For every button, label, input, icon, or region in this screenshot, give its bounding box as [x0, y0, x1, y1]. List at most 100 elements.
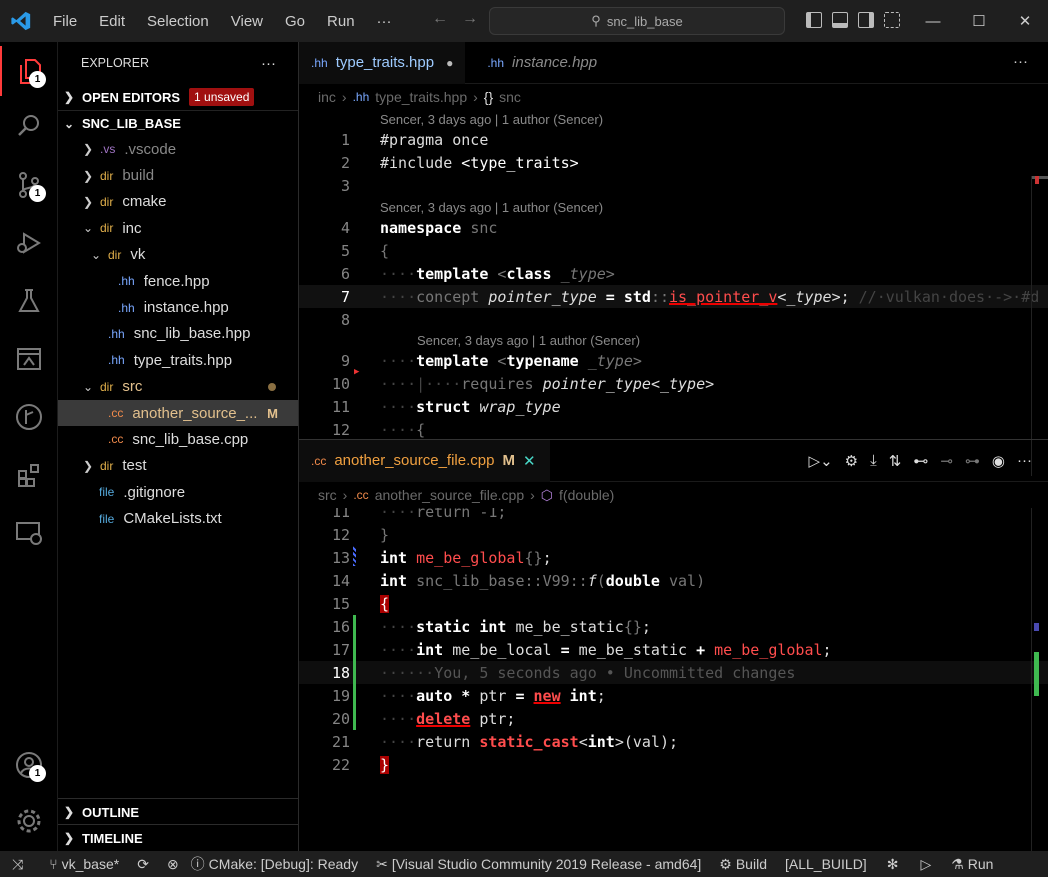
- testing-activity[interactable]: [0, 276, 58, 326]
- run-debug-dropdown-icon[interactable]: ▷⌄: [809, 452, 833, 470]
- breadcrumb-folder[interactable]: inc: [318, 89, 336, 105]
- tab-type-traits[interactable]: .hh type_traits.hpp ●: [299, 41, 466, 84]
- launch-play-icon[interactable]: ▷: [920, 856, 931, 873]
- breadcrumb-folder[interactable]: src: [318, 487, 337, 503]
- download-icon[interactable]: ⤓: [870, 452, 877, 470]
- branch-status[interactable]: ⑂ vk_base*: [49, 856, 119, 872]
- codelens-blame[interactable]: Sencer, 3 days ago | 1 author (Sencer): [380, 200, 603, 215]
- root-folder-section[interactable]: ⌄ SNC_LIB_BASE: [58, 110, 298, 136]
- codelens-blame[interactable]: Sencer, 3 days ago | 1 author (Sencer): [380, 112, 603, 127]
- menu-go[interactable]: Go: [274, 13, 316, 30]
- customize-layout-icon[interactable]: [884, 12, 900, 28]
- line-number: 13: [331, 548, 350, 567]
- tree-item-build[interactable]: ❯ dir build: [58, 162, 298, 188]
- menu-run[interactable]: Run: [316, 13, 366, 30]
- cmake-status[interactable]: ⓘ CMake: [Debug]: Ready: [191, 854, 358, 874]
- back-arrow-icon[interactable]: ←: [432, 10, 448, 28]
- explorer-activity[interactable]: 1: [0, 46, 58, 96]
- codelens-blame[interactable]: Sencer, 3 days ago | 1 author (Sencer): [417, 333, 640, 348]
- menu-view[interactable]: View: [220, 13, 274, 30]
- menu-edit[interactable]: Edit: [88, 13, 136, 30]
- menu-more[interactable]: ···: [366, 13, 403, 30]
- sync-icon[interactable]: ⟳: [137, 856, 149, 873]
- timeline-section[interactable]: ❯ TIMELINE: [58, 824, 299, 851]
- search-activity[interactable]: [0, 100, 58, 150]
- tree-item-test[interactable]: ❯ dir test: [58, 453, 298, 479]
- breadcrumb-symbol[interactable]: snc: [499, 89, 521, 105]
- top-minimap[interactable]: [1031, 176, 1048, 476]
- remote-explorer-activity[interactable]: [0, 334, 58, 384]
- top-code-view[interactable]: Sencer, 3 days ago | 1 author (Sencer) 1…: [299, 110, 1048, 482]
- tree-item-fence[interactable]: .hh fence.hpp: [58, 268, 298, 294]
- layout-controls: [806, 12, 900, 28]
- manage-activity[interactable]: [0, 796, 58, 846]
- bottom-minimap[interactable]: [1031, 508, 1048, 852]
- tree-item-instance[interactable]: .hh instance.hpp: [58, 294, 298, 320]
- explorer-title: EXPLORER: [81, 56, 150, 70]
- code-line: 22}: [299, 753, 1048, 776]
- debug-bug-icon[interactable]: ✻: [887, 856, 899, 873]
- command-center-search[interactable]: ⚲ snc_lib_base: [489, 7, 785, 35]
- tree-item-vscode[interactable]: ❯ .vs .vscode: [58, 136, 298, 162]
- tab-another-source[interactable]: .cc another_source_file.cpp M ✕: [299, 439, 550, 482]
- code-line: 3: [299, 174, 1048, 197]
- compare-changes-icon[interactable]: ⇅: [889, 452, 902, 470]
- editor-more-icon[interactable]: ···: [1013, 53, 1028, 70]
- tab-instance[interactable]: .hh instance.hpp: [475, 42, 609, 84]
- outline-section[interactable]: ❯ OUTLINE: [58, 798, 299, 825]
- run-debug-activity[interactable]: [0, 218, 58, 268]
- open-editors-label: OPEN EDITORS: [82, 89, 181, 105]
- tree-item-another-source[interactable]: .cc another_source_... M: [58, 399, 298, 427]
- line-number: 21: [331, 732, 350, 751]
- previous-change-icon[interactable]: ⊷: [913, 452, 928, 470]
- commit-icon[interactable]: ⊸: [940, 452, 953, 470]
- build-button[interactable]: ⚙ Build: [719, 856, 767, 873]
- toggle-panel-icon[interactable]: [832, 12, 848, 28]
- folder-icon: dir: [108, 247, 122, 262]
- accounts-activity[interactable]: 1: [0, 740, 58, 790]
- breadcrumb-file[interactable]: type_traits.hpp: [375, 89, 467, 105]
- toggle-secondary-sidebar-icon[interactable]: [858, 12, 874, 28]
- editor-more-icon[interactable]: ···: [1017, 452, 1032, 470]
- close-icon[interactable]: ✕: [1002, 0, 1048, 42]
- tree-item-cmake[interactable]: ❯ dir cmake: [58, 189, 298, 215]
- tree-item-label: inc: [122, 219, 142, 237]
- tree-item-src[interactable]: ⌄ dir src: [58, 374, 298, 400]
- cmake-kit[interactable]: ✂ [Visual Studio Community 2019 Release -…: [376, 856, 701, 873]
- tree-item-snc-lib-base-cpp[interactable]: .cc snc_lib_base.cpp: [58, 426, 298, 452]
- breadcrumb-file[interactable]: another_source_file.cpp: [375, 487, 524, 503]
- close-tab-icon[interactable]: ✕: [523, 452, 536, 470]
- build-target[interactable]: [ALL_BUILD]: [785, 856, 867, 872]
- tree-item-gitignore[interactable]: file .gitignore: [58, 479, 298, 505]
- tree-item-snc-lib-base-hpp[interactable]: .hh snc_lib_base.hpp: [58, 321, 298, 347]
- source-control-activity[interactable]: 1: [0, 160, 58, 210]
- line-number: 15: [331, 594, 350, 613]
- menu-selection[interactable]: Selection: [136, 13, 220, 30]
- minimize-icon[interactable]: —: [910, 0, 956, 42]
- run-button[interactable]: ⚗ Run: [951, 856, 993, 873]
- toggle-primary-sidebar-icon[interactable]: [806, 12, 822, 28]
- remote-indicator-icon[interactable]: ⤨: [12, 856, 23, 873]
- extensions-activity[interactable]: [0, 450, 58, 500]
- tree-item-type-traits[interactable]: .hh type_traits.hpp: [58, 347, 298, 373]
- remote-activity[interactable]: [0, 508, 58, 558]
- git-graph-activity[interactable]: [0, 392, 58, 442]
- bottom-code-view[interactable]: 11 ····return -1; 12} 13 int me_be_global{…: [299, 508, 1048, 852]
- gear-icon[interactable]: ⚙: [845, 452, 858, 470]
- menu-file[interactable]: File: [42, 13, 88, 30]
- tree-item-inc[interactable]: ⌄ dir inc: [58, 215, 298, 241]
- forward-arrow-icon[interactable]: →: [462, 10, 478, 28]
- tab-label: type_traits.hpp: [335, 54, 435, 71]
- explorer-more-icon[interactable]: ···: [261, 55, 276, 72]
- unsaved-dot-icon[interactable]: ●: [446, 56, 453, 70]
- code-line-current: 7 ····concept pointer_type = std::is_poin…: [299, 285, 1048, 308]
- no-problems-icon[interactable]: ⊗: [167, 856, 179, 873]
- git-lens-icon[interactable]: ◉: [992, 452, 1005, 470]
- tree-item-vk[interactable]: ⌄ dir vk: [58, 242, 298, 268]
- open-editors-section[interactable]: ❯ OPEN EDITORS 1 unsaved: [58, 84, 298, 110]
- next-change-icon[interactable]: ⊶: [965, 452, 980, 470]
- chevron-right-icon: ❯: [64, 805, 75, 819]
- tree-item-cmakelists[interactable]: file CMakeLists.txt: [58, 505, 298, 531]
- maximize-icon[interactable]: ☐: [956, 0, 1002, 42]
- breadcrumb-symbol[interactable]: f(double): [559, 487, 614, 503]
